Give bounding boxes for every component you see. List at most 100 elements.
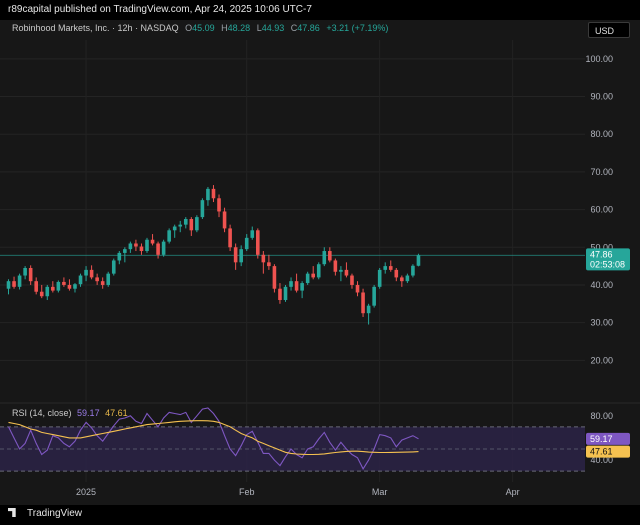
- candle: [294, 273, 299, 293]
- candle-body: [400, 277, 404, 282]
- candle-body: [339, 269, 343, 272]
- tradingview-logo-icon: [8, 508, 16, 517]
- tradingview-brand: TradingView: [27, 508, 83, 519]
- candle-body: [156, 243, 160, 255]
- candle: [383, 262, 388, 274]
- footer-bar: [0, 505, 640, 525]
- candle-body: [372, 286, 376, 306]
- candle: [211, 185, 216, 203]
- candle: [344, 262, 349, 278]
- candle-body: [167, 230, 171, 242]
- candle-body: [123, 249, 127, 253]
- candle: [256, 228, 260, 259]
- candle-body: [322, 251, 327, 265]
- candle-body: [394, 269, 399, 278]
- candle-body: [305, 273, 310, 284]
- candle: [333, 258, 338, 276]
- candle: [195, 215, 199, 233]
- time-tick-label: Feb: [239, 487, 255, 497]
- candle-body: [206, 188, 210, 201]
- candle: [366, 303, 371, 325]
- candle: [12, 276, 16, 289]
- candle: [34, 277, 38, 295]
- candle: [316, 262, 321, 280]
- candle: [189, 217, 194, 236]
- candle: [305, 271, 310, 285]
- time-tick-label: 2025: [76, 487, 96, 497]
- candle-body: [117, 252, 122, 261]
- candle-body: [12, 281, 16, 287]
- candle: [233, 243, 238, 270]
- candle-body: [200, 200, 205, 218]
- candle: [106, 271, 111, 287]
- currency-selector[interactable]: USD: [588, 22, 630, 38]
- candle: [377, 267, 382, 289]
- candle-body: [56, 281, 61, 291]
- candle-body: [100, 281, 105, 285]
- candle: [161, 239, 166, 257]
- candle: [23, 266, 27, 280]
- candle: [311, 266, 315, 280]
- candle: [372, 284, 376, 308]
- rsi-legend: RSI (14, close) 59.17 47.61: [12, 408, 128, 418]
- candle: [28, 265, 33, 285]
- candle: [411, 264, 415, 278]
- candle-body: [172, 226, 177, 231]
- candle-body: [111, 260, 116, 274]
- candle-body: [78, 275, 83, 285]
- candle-body: [150, 239, 155, 244]
- price-tick-label: 80.00: [590, 129, 613, 139]
- candle-body: [416, 255, 421, 266]
- legend-title: Robinhood Markets, Inc. · 12h · NASDAQ: [12, 23, 179, 33]
- candle: [322, 247, 327, 267]
- price-tick-label: 60.00: [590, 205, 613, 215]
- candle-body: [51, 286, 55, 291]
- candle: [244, 234, 249, 252]
- rsi-ma-value-tag-text: 47.61: [590, 447, 613, 457]
- candle: [200, 198, 205, 219]
- candle: [67, 279, 72, 291]
- candle: [89, 265, 94, 280]
- candle-body: [62, 281, 66, 285]
- chart-canvas[interactable]: 100.0090.0080.0070.0060.0050.0040.0030.0…: [0, 0, 640, 525]
- candle-body: [17, 275, 22, 287]
- candle-body: [350, 275, 354, 285]
- candle: [416, 253, 421, 267]
- last-price-countdown: 02:53:08: [590, 259, 625, 269]
- candle: [261, 251, 266, 274]
- candle-body: [244, 237, 249, 250]
- candle-body: [256, 230, 260, 255]
- candle: [217, 194, 221, 218]
- price-tick-label: 100.00: [585, 54, 613, 64]
- candle-body: [333, 260, 338, 272]
- candle-body: [39, 291, 44, 297]
- candlestick-series: [6, 185, 421, 325]
- candle: [361, 288, 365, 317]
- candle-body: [366, 305, 371, 314]
- candle: [388, 260, 393, 272]
- candle: [100, 277, 105, 289]
- candle: [394, 267, 399, 282]
- candle: [405, 273, 410, 284]
- candle: [73, 283, 77, 293]
- price-tick-label: 90.00: [590, 92, 613, 102]
- tradingview-logo: TradingView: [8, 508, 82, 519]
- candle-body: [134, 243, 138, 247]
- candle-body: [106, 273, 111, 285]
- legend-high-value: 48.28: [227, 23, 251, 33]
- price-tick-label: 40.00: [590, 280, 613, 290]
- legend-close-value: 47.86: [297, 23, 320, 33]
- time-axis-tick-labels: 2025FebMarAprMayJun: [76, 487, 520, 497]
- candle-body: [161, 241, 166, 255]
- candle: [150, 234, 155, 246]
- candle: [117, 251, 122, 265]
- candle-body: [211, 188, 216, 199]
- candle-body: [405, 275, 410, 282]
- candle-body: [228, 228, 232, 248]
- candle-body: [95, 277, 99, 282]
- candle-body: [195, 217, 199, 231]
- candle-body: [278, 288, 282, 301]
- candle: [17, 273, 22, 290]
- legend-low-value: 44.93: [261, 23, 285, 33]
- candle-body: [411, 265, 415, 276]
